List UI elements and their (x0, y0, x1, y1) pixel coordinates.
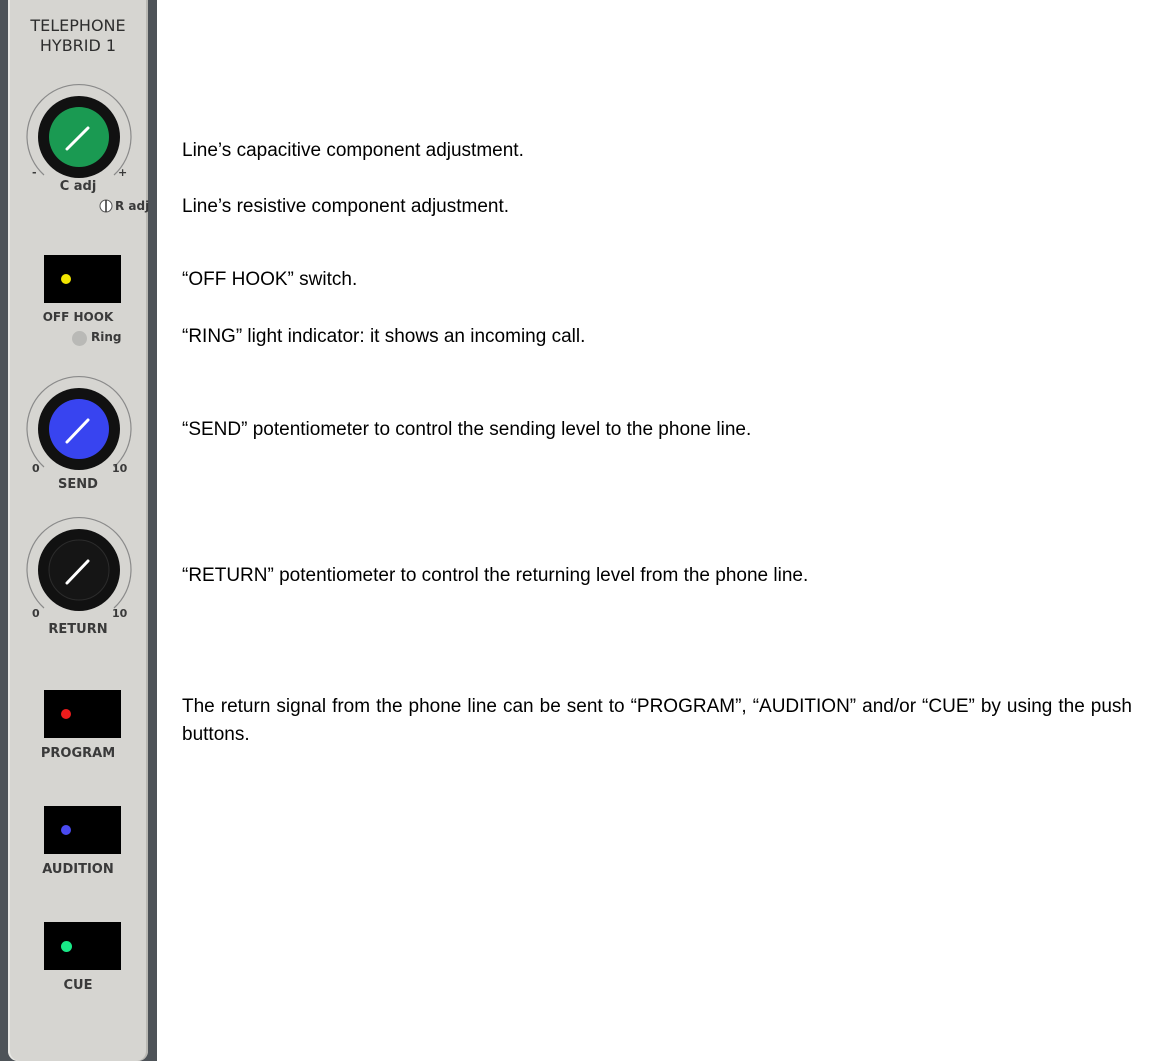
return-label: RETURN (48, 622, 108, 637)
r-adj-label: R adj (115, 199, 150, 213)
return-min-label: 0 (32, 607, 40, 620)
program-label: PROGRAM (40, 746, 116, 761)
desc-r-adj: Line’s resistive component adjustment. (182, 196, 510, 217)
desc-return: “RETURN” potentiometer to control the re… (182, 565, 809, 586)
ring-label: Ring (91, 330, 122, 344)
off-hook-led (61, 274, 71, 284)
c-adj-max-label: + (118, 166, 128, 179)
program-led (61, 709, 71, 719)
c-adj-min-label: - (32, 166, 37, 179)
cue-button[interactable] (44, 922, 121, 970)
strip-title-line1: TELEPHONE (30, 16, 126, 35)
channel-panel: TELEPHONE HYBRID 1 - + C adj R adj OFF H… (8, 0, 150, 1061)
c-adj-label: C adj (59, 179, 97, 194)
strip-title-line2: HYBRID 1 (39, 36, 117, 55)
send-max-label: 10 (112, 462, 128, 475)
ring-led (72, 331, 87, 346)
audition-button[interactable] (44, 806, 121, 854)
send-min-label: 0 (32, 462, 40, 475)
channel-strip: TELEPHONE HYBRID 1 - + C adj R adj OFF H… (0, 0, 157, 1061)
audition-led (61, 825, 71, 835)
cue-led (61, 941, 72, 952)
off-hook-label: OFF HOOK (42, 310, 114, 324)
off-hook-button[interactable] (44, 255, 121, 303)
program-button[interactable] (44, 690, 121, 738)
desc-routing: The return signal from the phone line ca… (182, 696, 1132, 745)
desc-c-adj: Line’s capacitive component adjustment. (182, 140, 524, 161)
desc-ring: “RING” light indicator: it shows an inco… (182, 326, 586, 347)
return-max-label: 10 (112, 607, 128, 620)
send-label: SEND (58, 477, 98, 492)
desc-send: “SEND” potentiometer to control the send… (182, 419, 752, 440)
audition-label: AUDITION (42, 862, 114, 877)
desc-off-hook: “OFF HOOK” switch. (182, 269, 358, 290)
cue-label: CUE (63, 978, 93, 993)
r-adj-trimmer-icon[interactable] (99, 199, 113, 213)
